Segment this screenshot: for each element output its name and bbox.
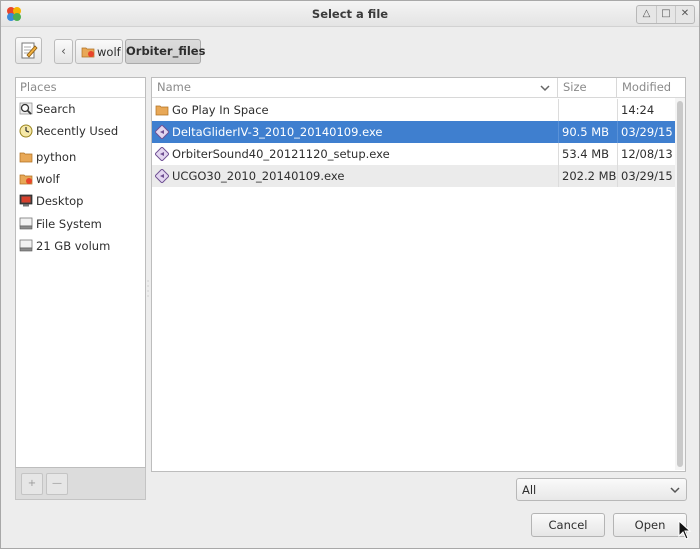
close-icon[interactable]: ✕ [675, 6, 694, 23]
sidebar-item-python[interactable]: python [16, 147, 145, 167]
file-row-selected[interactable]: DeltaGliderIV-3_2010_20140109.exe 90.5 M… [152, 121, 675, 143]
open-button[interactable]: Open [613, 513, 687, 537]
drive-icon [19, 239, 33, 252]
file-list: Name Size Modified Go Play In Space 14:2… [151, 77, 686, 472]
sidebar-item-label: wolf [36, 172, 60, 186]
file-modified: 03/29/15 [621, 125, 673, 139]
file-name: Go Play In Space [172, 103, 269, 117]
sidebar-item-search[interactable]: Search [16, 99, 145, 119]
column-divider [558, 99, 559, 121]
file-modified: 03/29/15 [621, 169, 673, 183]
executable-icon [155, 169, 169, 183]
sidebar-item-label: Desktop [36, 194, 84, 208]
breadcrumb-label: Orbiter_files [126, 44, 206, 58]
add-bookmark-button[interactable]: + [21, 473, 43, 495]
clock-icon [19, 124, 33, 138]
type-location-button[interactable] [15, 37, 42, 64]
places-header: Places [16, 78, 145, 98]
title-bar[interactable]: Select a file △ □ ✕ [1, 1, 699, 27]
breadcrumb-label: wolf [97, 45, 121, 59]
places-sidebar: Places Search Recently Used python wolf … [15, 77, 146, 468]
breadcrumb-item-current[interactable]: Orbiter_files [125, 39, 205, 64]
edit-pencil-icon [21, 42, 38, 59]
file-row[interactable]: OrbiterSound40_20121120_setup.exe 53.4 M… [152, 143, 675, 165]
column-header-modified[interactable]: Modified [617, 78, 675, 98]
file-name: DeltaGliderIV-3_2010_20140109.exe [172, 125, 383, 139]
column-divider [617, 121, 618, 143]
cancel-button[interactable]: Cancel [531, 513, 605, 537]
sidebar-item-volume[interactable]: 21 GB volum [16, 236, 145, 256]
executable-icon [155, 147, 169, 161]
chevron-left-icon: ‹ [61, 44, 66, 58]
file-name: UCGO30_2010_20140109.exe [172, 169, 345, 183]
executable-icon [155, 125, 169, 139]
file-size: 53.4 MB [562, 147, 610, 161]
file-row[interactable]: UCGO30_2010_20140109.exe 202.2 MB 03/29/… [152, 165, 675, 187]
chevron-down-icon [540, 85, 550, 92]
window-controls: △ □ ✕ [636, 5, 695, 24]
window-title: Select a file [311, 7, 389, 21]
column-divider [617, 99, 618, 121]
sidebar-item-filesystem[interactable]: File System [16, 214, 145, 234]
desktop-icon [19, 194, 33, 207]
file-size: 202.2 MB [562, 169, 617, 183]
drive-icon [19, 217, 33, 230]
mouse-pointer-icon [678, 520, 692, 540]
places-toolbar: + — [15, 468, 146, 500]
file-list-scrollbar[interactable] [675, 98, 685, 470]
remove-bookmark-button[interactable]: — [46, 473, 68, 495]
column-divider [558, 165, 559, 187]
restore-icon[interactable]: □ [656, 6, 675, 23]
sidebar-item-recent[interactable]: Recently Used [16, 121, 145, 141]
scrollbar-thumb[interactable] [677, 101, 683, 467]
column-divider [617, 143, 618, 165]
sidebar-item-desktop[interactable]: Desktop [16, 191, 145, 211]
sidebar-item-label: 21 GB volum [36, 239, 111, 253]
sidebar-item-label: python [36, 150, 77, 164]
path-back-button[interactable]: ‹ [54, 39, 73, 64]
column-header-name[interactable]: Name [152, 78, 558, 98]
folder-icon [155, 105, 169, 116]
sidebar-item-wolf[interactable]: wolf [16, 169, 145, 189]
file-size: 90.5 MB [562, 125, 610, 139]
column-header-size[interactable]: Size [558, 78, 617, 98]
column-divider [558, 121, 559, 143]
file-list-header: Name Size Modified [152, 78, 685, 98]
file-modified: 14:24 [621, 103, 655, 117]
file-filter-value: All [522, 483, 537, 497]
pane-resize-handle[interactable]: · · · · [146, 278, 150, 301]
sidebar-item-label: Recently Used [36, 124, 119, 138]
column-divider [617, 165, 618, 187]
home-folder-icon [19, 174, 33, 185]
column-divider [558, 143, 559, 165]
folder-icon [19, 152, 33, 163]
breadcrumb-item-wolf[interactable]: wolf [75, 39, 123, 64]
sidebar-item-label: File System [36, 217, 102, 231]
home-folder-icon [81, 47, 95, 58]
search-icon [19, 102, 33, 115]
file-filter-select[interactable]: All [516, 478, 687, 501]
chevron-down-icon [670, 487, 680, 494]
maximize-up-icon[interactable]: △ [637, 6, 656, 23]
sidebar-item-label: Search [36, 102, 76, 116]
file-chooser-dialog: Select a file △ □ ✕ ‹ wolf Orbiter_files… [0, 0, 700, 549]
file-row[interactable]: Go Play In Space 14:24 [152, 99, 675, 121]
file-modified: 12/08/13 [621, 147, 673, 161]
file-name: OrbiterSound40_20121120_setup.exe [172, 147, 390, 161]
